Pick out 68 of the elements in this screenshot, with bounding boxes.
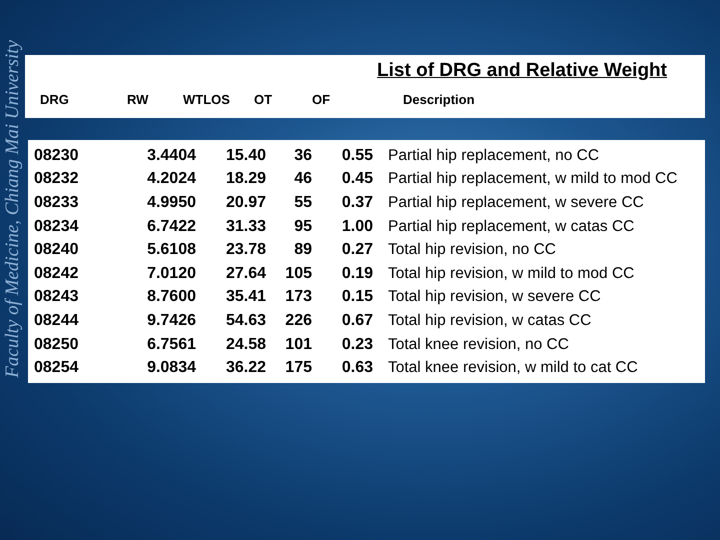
table-cell-text: 175 — [284, 359, 312, 378]
column-header: OF — [312, 92, 332, 107]
table-cell-text: 0.67 — [340, 312, 373, 330]
table-cell: Partial hip replacement, no CC — [388, 146, 600, 165]
table-cell-text: 27.64 — [224, 264, 266, 283]
table-cell-text: 3.4404 — [146, 146, 196, 165]
table-cell-text: 226 — [284, 312, 312, 330]
table-cell-text: 4.2024 — [146, 170, 196, 188]
table-cell-text: 08250 — [34, 336, 80, 354]
column-header: RW — [127, 92, 150, 107]
table-cell-text: 95 — [293, 218, 312, 236]
column-header: DRG — [40, 92, 70, 107]
table-cell-text: 6.7422 — [146, 218, 196, 236]
table-cell: Partial hip replacement, w severe CC — [388, 194, 644, 212]
table-cell-text: 15.40 — [224, 146, 266, 165]
table-cell-text: 101 — [284, 336, 312, 354]
table-cell-text: 55 — [293, 194, 312, 212]
table-cell: Total hip revision, no CC — [388, 241, 556, 260]
table-cell-text: 8.7600 — [146, 288, 196, 306]
table-cell-text: 89 — [293, 241, 312, 260]
table-cell-text: 9.7426 — [146, 312, 196, 330]
table-cell-text: 08242 — [34, 264, 80, 283]
table-cell-text: 54.63 — [224, 312, 266, 330]
table-title: List of DRG and Relative Weight — [377, 60, 667, 82]
table-cell-text: 31.33 — [224, 218, 266, 236]
table-cell-text: 18.29 — [224, 170, 266, 188]
table-cell-text: 0.45 — [340, 170, 373, 188]
table-cell-text: 20.97 — [224, 194, 266, 212]
table-cell-text: 08232 — [34, 170, 80, 188]
table-cell-text: 6.7561 — [146, 336, 196, 354]
table-cell-text: 0.55 — [340, 146, 373, 165]
table-cell: Total hip revision, w catas CC — [388, 312, 592, 330]
table-cell-text: 08243 — [34, 288, 80, 306]
table-cell-text: 23.78 — [224, 241, 266, 260]
table-cell-text: 0.63 — [340, 359, 373, 378]
table-cell-text: 35.41 — [224, 288, 266, 306]
table-cell-text: 24.58 — [224, 336, 266, 354]
table-cell: Partial hip replacement, w mild to mod CC — [388, 170, 678, 188]
column-header: Description — [403, 92, 475, 107]
table-cell: Total knee revision, w mild to cat CC — [388, 359, 638, 378]
table-cell-text: 7.0120 — [146, 264, 196, 283]
table-cell-text: 08244 — [34, 312, 80, 330]
table-cell-text: 5.6108 — [146, 241, 196, 260]
table-cell-text: 08254 — [34, 359, 80, 378]
table-cell-text: 46 — [293, 170, 312, 188]
table-cell-text: 08234 — [34, 218, 80, 236]
table-cell-text: 08240 — [34, 241, 80, 260]
table-cell: Total knee revision, no CC — [388, 336, 569, 354]
table-cell-text: 08233 — [34, 194, 80, 212]
table-cell-text: 4.9950 — [146, 194, 196, 212]
column-header: OT — [254, 92, 274, 107]
table-cell-text: 1.00 — [340, 218, 373, 236]
table-cell-text: 0.15 — [340, 288, 373, 306]
table-cell-text: 0.23 — [340, 336, 373, 354]
table-cell-text: 36 — [293, 146, 312, 165]
table-cell-text: 0.19 — [340, 264, 373, 283]
table-cell-text: 9.0834 — [146, 359, 196, 378]
table-cell-text: 105 — [284, 264, 312, 283]
table-cell-text: 08230 — [34, 146, 80, 165]
table-cell: Partial hip replacement, w catas CC — [388, 218, 634, 236]
table-cell-text: 36.22 — [224, 359, 266, 378]
table-cell-text: 173 — [284, 288, 312, 306]
column-header: WTLOS — [183, 92, 231, 107]
table-cell: Total hip revision, w severe CC — [388, 288, 601, 306]
table-cell-text: 0.37 — [340, 194, 373, 212]
table-cell: Total hip revision, w mild to mod CC — [388, 264, 634, 283]
table-cell-text: 0.27 — [340, 241, 373, 260]
side-title: Faculty of Medicine, Chiang Mai University — [2, 40, 24, 378]
